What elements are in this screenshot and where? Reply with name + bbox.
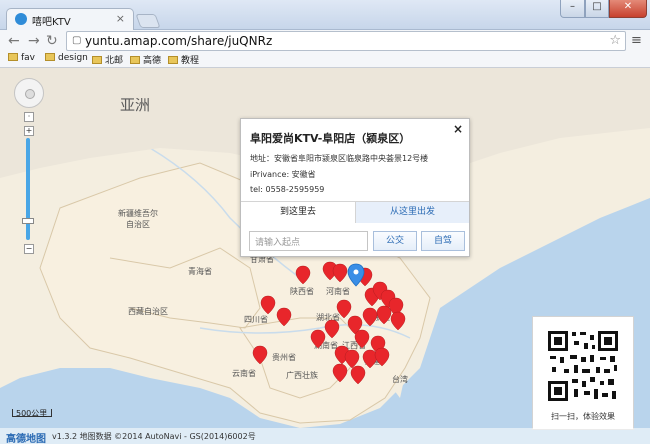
qr-caption: 扫一扫，体验效果 <box>551 412 615 421</box>
copyright-text: v1.3.2 地图数据 ©2014 AutoNavi - GS(2014)600… <box>52 432 256 441</box>
zoom-in-button[interactable]: + <box>24 126 34 136</box>
page-icon: ▢ <box>72 35 82 46</box>
ktv-marker[interactable] <box>376 305 392 325</box>
ktv-marker[interactable] <box>362 349 378 369</box>
zoom-slider-track[interactable] <box>26 138 30 240</box>
tab-go-here[interactable]: 到这里去 <box>241 202 355 223</box>
zoom-out-button[interactable]: − <box>24 244 34 254</box>
tab-favicon-icon <box>15 13 27 25</box>
bookmark-beiyou[interactable]: 北邮 <box>92 53 123 66</box>
bookmark-fav[interactable]: fav <box>8 53 35 63</box>
ktv-marker[interactable] <box>354 329 370 349</box>
ktv-marker[interactable] <box>350 365 366 385</box>
address-bar[interactable]: ▢ yuntu.amap.com/share/juQNRz ☆ <box>66 31 626 51</box>
ktv-marker[interactable] <box>276 307 292 327</box>
scale-label: 500公里 <box>16 409 48 418</box>
popup-tel: tel: 0558-2595959 <box>250 185 325 194</box>
ktv-marker[interactable] <box>252 345 268 365</box>
popup-address: 地址：安徽省阜阳市颍泉区临泉路中央荟景12号楼 <box>250 154 429 163</box>
folder-icon <box>168 56 178 64</box>
ktv-marker[interactable] <box>336 299 352 319</box>
new-tab-button[interactable] <box>135 14 161 28</box>
info-popup: × 阜阳爱尚KTV-阜阳店（颍泉区） 地址：安徽省阜阳市颍泉区临泉路中央荟景12… <box>240 118 470 257</box>
bus-button[interactable]: 公交 <box>373 231 417 251</box>
ktv-marker[interactable] <box>295 265 311 285</box>
selected-marker-dot <box>353 269 359 275</box>
folder-icon <box>45 53 55 61</box>
ktv-marker[interactable] <box>332 263 348 283</box>
tab-close-icon[interactable]: × <box>116 12 125 25</box>
forward-arrow-icon[interactable]: → <box>28 33 40 49</box>
minimize-button[interactable]: – <box>560 0 585 18</box>
map-view[interactable]: 亚洲 新疆维吾尔 自治区 甘肃省 青海省 西藏自治区 四川省 云南省 陕西省 河… <box>0 68 650 444</box>
tab-title: 嘻吧KTV <box>32 17 71 28</box>
ktv-marker[interactable] <box>260 295 276 315</box>
maximize-icon: □ <box>592 1 602 12</box>
ktv-marker[interactable] <box>390 311 406 331</box>
bookmark-gaode[interactable]: 高德 <box>130 53 161 66</box>
reload-icon[interactable]: ↻ <box>46 33 58 49</box>
qr-code-icon <box>546 329 620 403</box>
bookmark-jiaocheng[interactable]: 教程 <box>168 53 199 66</box>
back-arrow-icon[interactable]: ← <box>8 33 20 49</box>
ktv-marker[interactable] <box>362 307 378 327</box>
ktv-marker[interactable] <box>344 349 360 369</box>
folder-icon <box>8 53 18 61</box>
popup-province: iPrivance: 安徽省 <box>250 170 316 179</box>
ktv-marker[interactable] <box>324 319 340 339</box>
browser-toolbar: ← → ↻ ▢ yuntu.amap.com/share/juQNRz ☆ ≡ <box>0 30 650 52</box>
ktv-marker[interactable] <box>332 363 348 383</box>
route-tabs: 到这里去 从这里出发 <box>241 201 469 223</box>
tab-start-here[interactable]: 从这里出发 <box>355 202 469 223</box>
folder-icon <box>130 56 140 64</box>
amap-logo[interactable]: 高德地图 <box>6 430 46 444</box>
close-window-button[interactable]: ✕ <box>609 0 647 18</box>
menu-icon[interactable]: ≡ <box>631 33 642 48</box>
ktv-marker[interactable] <box>310 329 326 349</box>
bookmarks-bar: fav design 北邮 高德 教程 <box>0 52 650 68</box>
popup-title: 阜阳爱尚KTV-阜阳店（颍泉区） <box>250 132 411 145</box>
browser-tab[interactable]: 嘻吧KTV × <box>6 8 134 30</box>
url-text: yuntu.amap.com/share/juQNRz <box>85 34 273 48</box>
folder-icon <box>92 56 102 64</box>
close-icon: ✕ <box>623 1 633 12</box>
qr-card: 扫一扫，体验效果 <box>532 316 634 430</box>
maximize-button[interactable]: □ <box>585 0 609 18</box>
bookmark-star-icon[interactable]: ☆ <box>609 33 621 48</box>
map-pan-button[interactable]: · <box>24 112 34 122</box>
minimize-icon: – <box>570 1 575 12</box>
close-icon[interactable]: × <box>453 122 463 136</box>
title-bar: 嘻吧KTV × – □ ✕ <box>0 0 650 30</box>
ktv-marker[interactable] <box>374 347 390 367</box>
bookmark-design[interactable]: design <box>45 53 88 63</box>
compass-control[interactable] <box>14 78 44 108</box>
start-input[interactable]: 请输入起点 <box>249 231 368 251</box>
zoom-slider-handle[interactable] <box>22 218 34 224</box>
drive-button[interactable]: 自驾 <box>421 231 465 251</box>
